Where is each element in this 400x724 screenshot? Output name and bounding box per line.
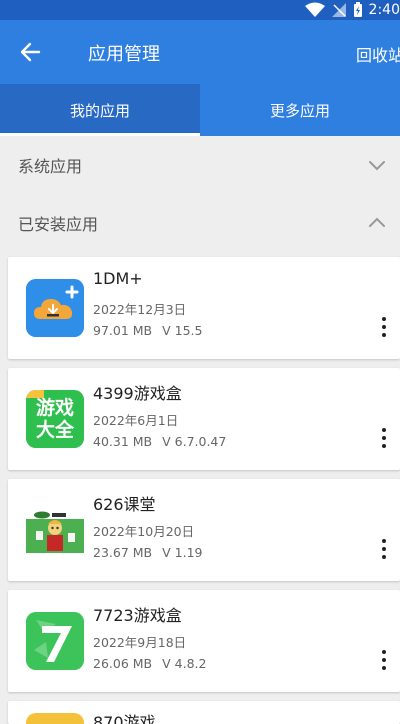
app-size: 23.67 MB — [93, 545, 153, 560]
status-icons: 2:40 — [304, 0, 400, 20]
app-card[interactable]: 626课堂 2022年10月20日 23.67 MB V 1.19 — [8, 479, 400, 581]
app-version: V 15.5 — [162, 323, 203, 338]
app-name: 4399游戏盒 — [93, 384, 182, 403]
section-installed-apps[interactable]: 已安装应用 — [0, 194, 400, 252]
app-install-date: 2022年9月18日 — [93, 635, 187, 650]
tab-more-apps[interactable]: 更多应用 — [200, 84, 400, 136]
app-version: V 6.7.0.47 — [162, 434, 227, 449]
wifi-icon — [304, 2, 325, 17]
app-meta: 23.67 MB V 1.19 — [93, 545, 212, 560]
app-size: 26.06 MB — [93, 656, 153, 671]
app-card[interactable]: 7723游戏盒 2022年9月18日 26.06 MB V 4.8.2 — [8, 590, 400, 692]
app-meta: 40.31 MB V 6.7.0.47 — [93, 434, 236, 449]
tab-bar: 我的应用 更多应用 — [0, 84, 400, 136]
app-size: 97.01 MB — [93, 323, 153, 338]
section-label: 已安装应用 — [18, 215, 99, 234]
app-card[interactable]: 游戏大全 4399游戏盒 2022年6月1日 40.31 MB V 6.7.0.4… — [8, 368, 400, 470]
app-name: 870游戏 — [93, 713, 156, 724]
page-title: 应用管理 — [88, 44, 160, 65]
classroom-icon — [26, 501, 84, 559]
app-card[interactable]: 870游戏 — [8, 701, 400, 724]
status-bar: 2:40 — [0, 0, 400, 20]
battery-icon — [353, 2, 362, 17]
app-card[interactable]: 1DM+ 2022年12月3日 97.01 MB V 15.5 — [8, 257, 400, 359]
more-options-button[interactable] — [374, 426, 394, 450]
section-label: 系统应用 — [18, 157, 83, 176]
app-version: V 1.19 — [162, 545, 203, 560]
more-options-button[interactable] — [374, 315, 394, 339]
cloud-download-icon — [26, 279, 84, 337]
more-options-button[interactable] — [374, 537, 394, 561]
tab-my-apps[interactable]: 我的应用 — [0, 84, 200, 136]
game-box-icon: 游戏大全 — [26, 390, 84, 448]
game-box-icon-label: 游戏大全 — [35, 397, 74, 441]
back-button[interactable] — [14, 38, 46, 66]
chevron-down-icon — [369, 161, 385, 171]
app-name: 7723游戏盒 — [93, 606, 182, 625]
status-time: 2:40 — [368, 2, 400, 18]
signal-icon — [331, 3, 346, 17]
more-options-button[interactable] — [374, 648, 394, 672]
recycle-bin-button[interactable]: 回收站 — [356, 42, 400, 66]
section-system-apps[interactable]: 系统应用 — [0, 136, 400, 194]
chevron-up-icon — [369, 217, 385, 227]
app-bar: 应用管理 回收站 — [0, 20, 400, 84]
app-name: 1DM+ — [93, 269, 143, 288]
app-meta: 97.01 MB V 15.5 — [93, 323, 212, 338]
app-name: 626课堂 — [93, 495, 156, 514]
app-size: 40.31 MB — [93, 434, 153, 449]
app-install-date: 2022年12月3日 — [93, 302, 187, 317]
seven-icon — [26, 612, 84, 670]
app-version: V 4.8.2 — [162, 656, 207, 671]
app-meta: 26.06 MB V 4.8.2 — [93, 656, 216, 671]
partial-app-icon — [26, 713, 84, 724]
app-install-date: 2022年10月20日 — [93, 524, 195, 539]
arrow-left-icon — [20, 42, 41, 62]
app-install-date: 2022年6月1日 — [93, 413, 179, 428]
